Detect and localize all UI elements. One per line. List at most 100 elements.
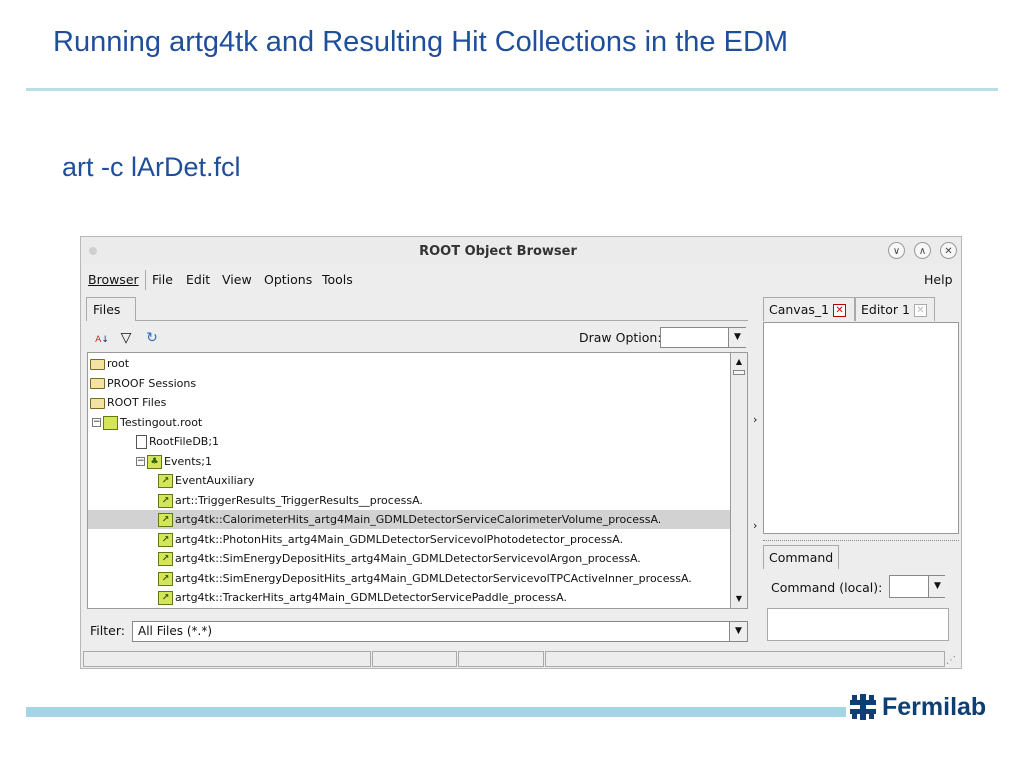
expand-right-icon[interactable]: › xyxy=(753,413,757,426)
panel-splitter[interactable]: › › xyxy=(751,295,763,645)
command-input[interactable] xyxy=(767,608,949,641)
tree-item-label: Testingout.root xyxy=(120,415,203,429)
refresh-icon[interactable]: ↻ xyxy=(142,328,162,348)
leaf-icon: ↗ xyxy=(158,493,173,508)
tree-item-label: artg4tk::SimEnergyDepositHits_artg4Main_… xyxy=(175,552,641,565)
tree-item-label: PROOF Sessions xyxy=(107,376,197,390)
tree-item-label: root xyxy=(107,357,130,370)
tree-item[interactable]: ↗ EventAuxiliary xyxy=(88,471,730,490)
resize-grip-icon[interactable]: ⋰ xyxy=(946,655,956,666)
tree-item[interactable]: ↗ artg4tk::SimEnergyDepositHits_artg4Main… xyxy=(88,569,730,588)
tree-item[interactable]: − ♣ Events;1 xyxy=(88,452,730,471)
status-cell xyxy=(372,651,457,667)
menu-options[interactable]: Options xyxy=(264,272,312,287)
tree-item-label: ROOT Files xyxy=(107,396,167,409)
menubar: Browser File Edit View Options Tools Hel… xyxy=(81,266,961,292)
menu-browser[interactable]: Browser xyxy=(88,272,139,287)
close-icon[interactable]: ✕ xyxy=(940,242,957,259)
status-cell xyxy=(545,651,945,667)
slide-title: Running artg4tk and Resulting Hit Collec… xyxy=(53,26,789,58)
window-titlebar[interactable]: ROOT Object Browser ∨ ∧ ✕ xyxy=(81,237,961,265)
tree-item-label: artg4tk::SimEnergyDepositHits_artg4Main_… xyxy=(175,571,692,585)
collapse-icon[interactable]: − xyxy=(136,457,145,466)
tree-item-label: artg4tk::CalorimeterHits_artg4Main_GDMLD… xyxy=(175,513,662,526)
menu-browser-label: Browser xyxy=(88,272,139,287)
tree-item-label: RootFileDB;1 xyxy=(149,435,220,448)
tree-item-label: artg4tk::PhotonHits_artg4Main_GDMLDetect… xyxy=(175,532,624,546)
leaf-icon: ↗ xyxy=(158,474,173,488)
tab-command[interactable]: Command xyxy=(763,545,839,569)
tree-item-label: artg4tk::TrackerHits_artg4Main_GDMLDetec… xyxy=(175,591,567,604)
tree-item[interactable]: ↗ artg4tk::TrackerHits_artg4Main_GDMLDete… xyxy=(88,588,730,607)
tree-item[interactable]: PROOF Sessions xyxy=(88,374,730,393)
menu-tools[interactable]: Tools xyxy=(322,272,353,287)
menu-help[interactable]: Help xyxy=(924,272,953,287)
tree-item[interactable]: root xyxy=(88,354,730,373)
menu-separator xyxy=(145,270,146,290)
tab-canvas[interactable]: Canvas_1 ✕ xyxy=(763,297,855,321)
root-file-icon xyxy=(103,415,118,430)
tree-item[interactable]: ↗ artg4tk::CalorimeterHits_artg4Main_GDML… xyxy=(88,510,730,529)
close-editor-icon[interactable]: ✕ xyxy=(913,304,927,317)
tree-item[interactable]: ↗ art::TriggerResults_TriggerResults__pro… xyxy=(88,491,730,510)
horizontal-splitter[interactable] xyxy=(763,540,959,541)
leaf-icon: ↗ xyxy=(158,552,173,566)
command-label: Command (local): xyxy=(771,580,883,595)
tree-icon: ♣ xyxy=(147,454,162,469)
scroll-down-icon[interactable]: ▼ xyxy=(731,592,747,606)
tab-editor-label: Editor 1 xyxy=(861,302,910,317)
root-object-browser-window: ROOT Object Browser ∨ ∧ ✕ Browser File E… xyxy=(80,236,962,669)
draw-option-label: Draw Option: xyxy=(579,330,662,345)
status-cell xyxy=(458,651,544,667)
tree-item[interactable]: ROOT Files xyxy=(88,393,730,412)
scroll-thumb[interactable] xyxy=(733,370,745,375)
file-tree: root PROOF Sessions ROOT Files − Testingout.… xyxy=(87,352,731,609)
folder-icon xyxy=(90,358,105,370)
filter-dropdown-icon[interactable]: ▼ xyxy=(729,622,747,641)
filter-value: All Files (*.*) xyxy=(138,624,213,638)
filter-icon[interactable]: ▽ xyxy=(116,328,136,348)
maximize-icon[interactable]: ∧ xyxy=(914,242,931,259)
statusbar: ⋰ xyxy=(83,651,959,668)
fermilab-logo-icon xyxy=(850,694,876,720)
filter-select[interactable]: All Files (*.*) ▼ xyxy=(132,621,748,642)
command-dropdown-icon[interactable]: ▼ xyxy=(928,576,946,597)
file-browser-panel: Files A↓ ▽ ↻ Draw Option: ▼ root PROOF Se… xyxy=(84,295,749,645)
collapse-right-icon[interactable]: › xyxy=(753,519,757,532)
minimize-icon[interactable]: ∨ xyxy=(888,242,905,259)
menu-edit[interactable]: Edit xyxy=(186,272,210,287)
collapse-icon[interactable]: − xyxy=(92,418,101,427)
scroll-up-icon[interactable]: ▲ xyxy=(731,355,747,369)
tab-underline xyxy=(136,320,748,321)
command-text: art -c lArDet.fcl xyxy=(62,152,241,182)
leaf-icon: ↗ xyxy=(158,513,173,527)
tab-canvas-label: Canvas_1 xyxy=(769,302,830,317)
leaf-icon: ↗ xyxy=(158,571,173,586)
tree-item-label: art::TriggerResults_TriggerResults__proc… xyxy=(175,493,423,507)
close-canvas-icon[interactable]: ✕ xyxy=(833,304,847,317)
footer-rule xyxy=(26,707,846,717)
tree-item[interactable]: RootFileDB;1 xyxy=(88,432,730,451)
document-icon xyxy=(136,435,147,449)
status-cell xyxy=(83,651,371,667)
menu-file[interactable]: File xyxy=(152,272,173,287)
tab-editor[interactable]: Editor 1 ✕ xyxy=(855,297,935,321)
sort-icon[interactable]: A↓ xyxy=(92,328,112,348)
title-divider xyxy=(26,88,998,91)
fermilab-logo: Fermilab xyxy=(848,692,986,722)
tree-item-label: EventAuxiliary xyxy=(175,474,255,487)
canvas-area[interactable] xyxy=(763,322,959,534)
tab-files[interactable]: Files xyxy=(86,297,136,321)
fermilab-wordmark: Fermilab xyxy=(882,692,987,721)
tree-item[interactable]: ↗ artg4tk::PhotonHits_artg4Main_GDMLDetec… xyxy=(88,530,730,549)
tree-item[interactable]: − Testingout.root xyxy=(88,413,730,432)
tree-item-label: Events;1 xyxy=(164,454,212,468)
tree-scrollbar[interactable]: ▲ ▼ xyxy=(731,352,748,609)
folder-icon xyxy=(90,397,105,409)
tree-item[interactable]: ♣EventMetaData;1 xyxy=(88,608,730,609)
filter-label: Filter: xyxy=(90,623,125,638)
draw-option-dropdown-icon[interactable]: ▼ xyxy=(728,328,746,347)
menu-view[interactable]: View xyxy=(222,272,252,287)
folder-icon xyxy=(90,378,105,389)
tree-item[interactable]: ↗ artg4tk::SimEnergyDepositHits_artg4Main… xyxy=(88,549,730,568)
